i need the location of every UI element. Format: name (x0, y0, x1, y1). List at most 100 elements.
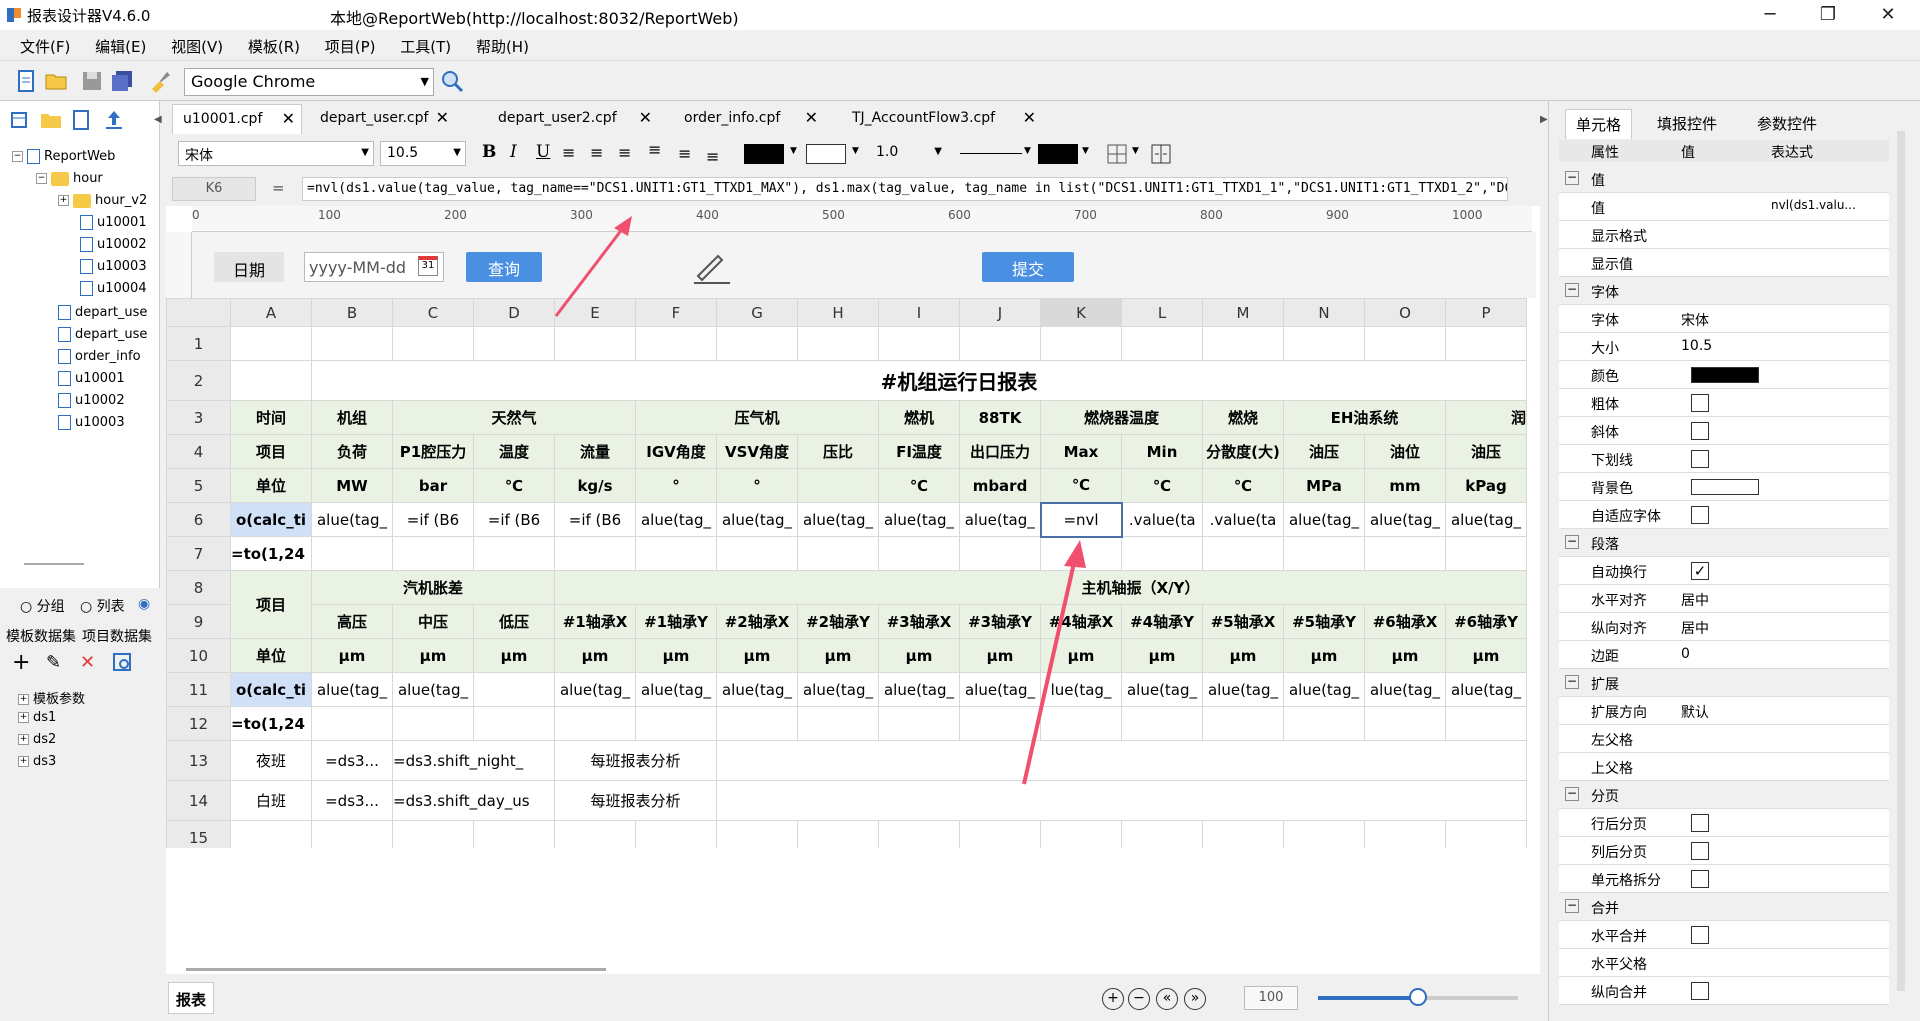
prop-row[interactable]: 纵向对齐 居中 (1559, 613, 1889, 641)
dataset-ds1[interactable]: + ds1 (18, 710, 56, 725)
cell[interactable] (797, 536, 879, 571)
zoom-input[interactable]: 100 (1244, 986, 1298, 1010)
border-style-icon[interactable] (960, 153, 1022, 154)
bg-color-swatch[interactable] (806, 144, 846, 164)
menu-template[interactable]: 模板(R) (248, 30, 300, 57)
align-right-icon[interactable]: ≡ (618, 143, 631, 162)
cell[interactable]: alue(tag_ (797, 672, 879, 707)
row-header[interactable]: 9 (166, 604, 231, 639)
preview-dataset-icon[interactable] (112, 652, 134, 674)
cell[interactable]: alue(tag_ (1364, 502, 1446, 537)
cell[interactable]: alue(tag_ (878, 672, 960, 707)
row-header[interactable]: 15 (166, 820, 231, 848)
cell[interactable] (230, 326, 312, 361)
cell[interactable]: alue(tag_ (716, 502, 798, 537)
radio-group[interactable]: ○ 分组 (20, 596, 65, 616)
tree-item[interactable]: u10001 (80, 215, 147, 230)
cell[interactable]: #1轴承Y (635, 604, 717, 639)
chevron-down-icon[interactable]: ▼ (1024, 146, 1031, 156)
bold-icon[interactable]: B (482, 142, 496, 162)
merge-cells-icon[interactable] (1150, 143, 1172, 165)
cell[interactable]: IGV角度 (635, 434, 717, 469)
cell[interactable] (1445, 820, 1527, 848)
cell[interactable]: 88TK (959, 400, 1041, 435)
row-header[interactable]: 5 (166, 468, 231, 503)
zoom-last-icon[interactable]: » (1184, 988, 1206, 1010)
cell[interactable]: ℃ (1040, 468, 1122, 503)
close-icon[interactable]: ✕ (1023, 108, 1036, 127)
save-icon[interactable] (80, 69, 104, 93)
underline-icon[interactable]: U (536, 142, 550, 162)
chevron-down-icon[interactable]: ▼ (852, 146, 859, 156)
column-header[interactable]: N (1283, 298, 1365, 327)
cell[interactable] (1121, 536, 1203, 571)
prop-row[interactable]: 行后分页 (1559, 809, 1889, 837)
prop-row[interactable]: 显示值 (1559, 249, 1889, 277)
cell[interactable]: 中压 (392, 604, 474, 639)
prop-group[interactable]: − 段落 (1559, 529, 1889, 557)
prop-checkbox[interactable] (1691, 450, 1709, 468)
new-template-icon[interactable] (72, 109, 90, 131)
prop-row[interactable]: 自动换行 ✓ (1559, 557, 1889, 585)
cell[interactable] (797, 706, 879, 741)
cell[interactable]: #1轴承X (554, 604, 636, 639)
prop-group[interactable]: − 合并 (1559, 893, 1889, 921)
tab-depart-user2[interactable]: depart_user2.cpf ✕ (488, 104, 658, 134)
cell[interactable]: μm (716, 638, 798, 673)
cell[interactable] (230, 820, 312, 848)
cell[interactable]: 项目 (230, 434, 312, 469)
cell[interactable] (1040, 820, 1122, 848)
border-color-swatch[interactable] (1038, 144, 1078, 164)
column-header[interactable]: M (1202, 298, 1284, 327)
cell[interactable]: ° (635, 468, 717, 503)
cell[interactable]: alue(tag_ (1283, 502, 1365, 537)
prop-row[interactable]: 水平父格 (1559, 949, 1889, 977)
cell[interactable] (473, 326, 555, 361)
cell[interactable] (1202, 706, 1284, 741)
prop-checkbox[interactable] (1691, 422, 1709, 440)
align-bottom-icon[interactable]: ≡ (706, 147, 719, 166)
zoom-slider-thumb[interactable] (1409, 988, 1427, 1006)
cell[interactable]: 单位 (230, 638, 312, 673)
prop-row[interactable]: 单元格拆分 (1559, 865, 1889, 893)
row-header[interactable]: 10 (166, 638, 231, 673)
chevron-down-icon[interactable]: ▼ (1082, 146, 1089, 156)
tree-item[interactable]: u10003 (58, 415, 125, 430)
cell[interactable]: 油压 (1283, 434, 1365, 469)
cell[interactable]: μm (635, 638, 717, 673)
tree-item[interactable]: u10004 (80, 281, 147, 296)
cell[interactable] (1364, 326, 1446, 361)
cell[interactable]: μm (1445, 638, 1527, 673)
tab-project-datasets[interactable]: 项目数据集 (82, 626, 160, 646)
column-header[interactable]: C (392, 298, 474, 327)
cell-address[interactable]: K6 (172, 177, 256, 201)
cell[interactable]: μm (959, 638, 1041, 673)
cell[interactable]: 燃机 (878, 400, 960, 435)
cell[interactable] (878, 536, 960, 571)
expand-icon[interactable]: + (58, 195, 69, 206)
cell[interactable]: ° (716, 468, 798, 503)
cell[interactable]: .value(ta (1202, 502, 1284, 537)
cell[interactable]: alue(tag_ (1364, 672, 1446, 707)
browser-select[interactable]: Google Chrome ▼ (184, 68, 434, 96)
cell[interactable]: 每班报表分析 (554, 780, 717, 821)
cell[interactable]: EH油系统 (1283, 400, 1446, 435)
cell[interactable]: MPa (1283, 468, 1365, 503)
cell[interactable] (230, 360, 312, 401)
row-header[interactable]: 1 (166, 326, 231, 361)
submit-button[interactable]: 提交 (982, 252, 1074, 282)
cell[interactable] (473, 672, 555, 707)
dataset-ds2[interactable]: + ds2 (18, 732, 56, 747)
prop-value[interactable]: 居中 (1681, 590, 1709, 610)
prop-row[interactable]: 显示格式 (1559, 221, 1889, 249)
cell[interactable]: 油压 (1445, 434, 1527, 469)
cell[interactable] (392, 326, 474, 361)
cell[interactable] (473, 536, 555, 571)
cell[interactable]: μm (1040, 638, 1122, 673)
cell[interactable]: VSV角度 (716, 434, 798, 469)
cell[interactable] (392, 536, 474, 571)
expand-icon[interactable]: + (18, 694, 29, 705)
cell[interactable]: alue(tag_ (635, 672, 717, 707)
cell[interactable] (554, 706, 636, 741)
row-header[interactable]: 8 (166, 570, 231, 605)
